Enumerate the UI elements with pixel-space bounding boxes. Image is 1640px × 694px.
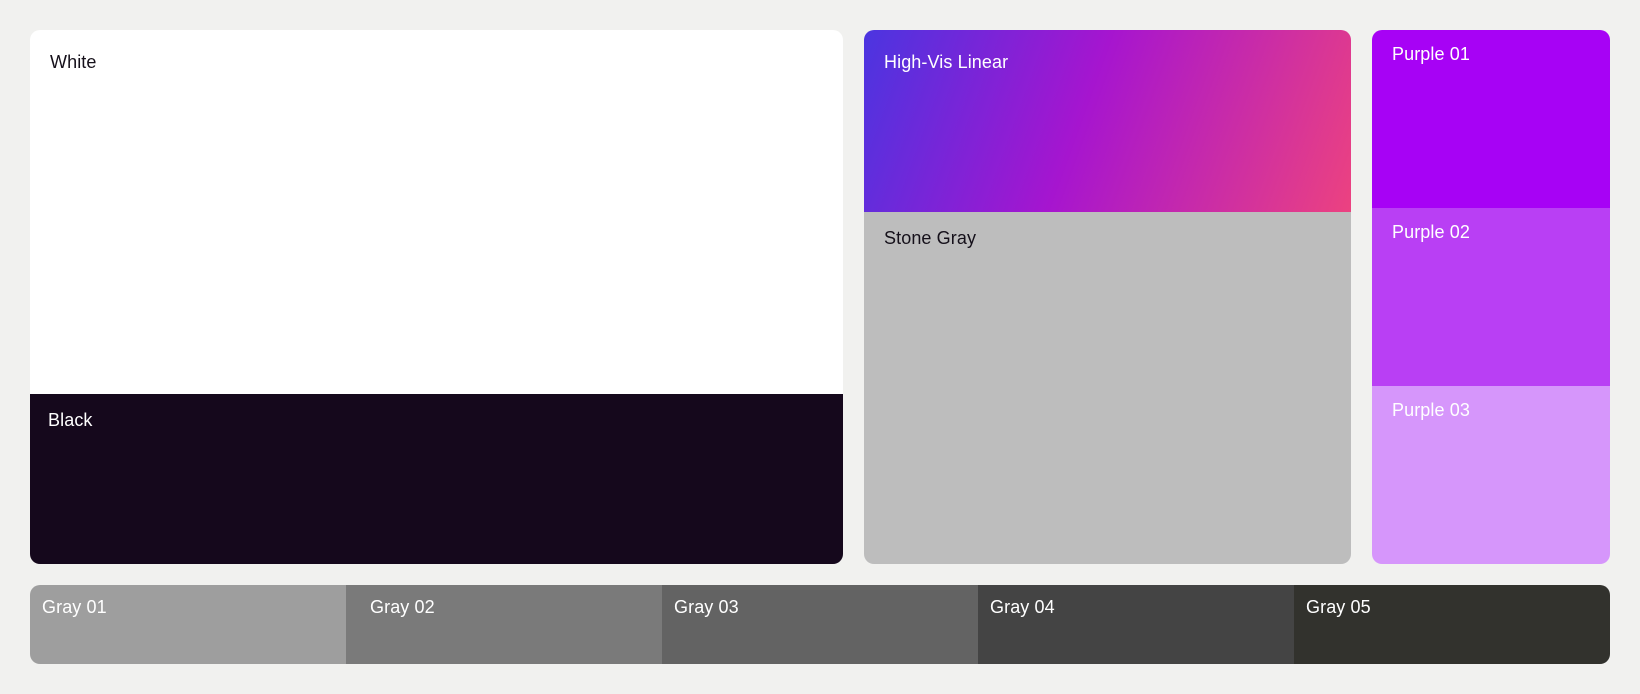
purple-03-label: Purple 03 (1392, 400, 1470, 420)
gray-01-label: Gray 01 (42, 597, 107, 617)
gray-05-swatch: Gray 05 (1294, 585, 1610, 664)
gray-05-label: Gray 05 (1306, 597, 1371, 617)
gray-02-swatch: Gray 02 (346, 585, 662, 664)
white-label: White (50, 52, 97, 72)
purple-01-label: Purple 01 (1392, 44, 1470, 64)
stone-gray-swatch: Stone Gray (864, 212, 1351, 564)
black-swatch: Black (30, 394, 843, 564)
gray-03-label: Gray 03 (674, 597, 739, 617)
purple-02-swatch: Purple 02 (1372, 208, 1610, 386)
black-label: Black (48, 410, 93, 430)
white-black-card: White Black (30, 30, 843, 564)
gray-01-swatch: Gray 01 (30, 585, 346, 664)
purples-card: Purple 01 Purple 02 Purple 03 (1372, 30, 1610, 564)
purple-02-label: Purple 02 (1392, 222, 1470, 242)
gradient-stone-card: High-Vis Linear Stone Gray (864, 30, 1351, 564)
high-vis-linear-label: High-Vis Linear (884, 52, 1009, 72)
purple-01-swatch: Purple 01 (1372, 30, 1610, 208)
grays-card: Gray 01 Gray 02 Gray 03 Gray 04 Gray 05 (30, 585, 1610, 664)
gray-03-swatch: Gray 03 (662, 585, 978, 664)
white-swatch: White (30, 30, 843, 394)
high-vis-linear-swatch: High-Vis Linear (864, 30, 1351, 212)
stone-gray-label: Stone Gray (884, 228, 977, 248)
gray-02-label: Gray 02 (370, 597, 435, 617)
purple-03-swatch: Purple 03 (1372, 386, 1610, 564)
gray-04-label: Gray 04 (990, 597, 1055, 617)
gray-04-swatch: Gray 04 (978, 585, 1294, 664)
